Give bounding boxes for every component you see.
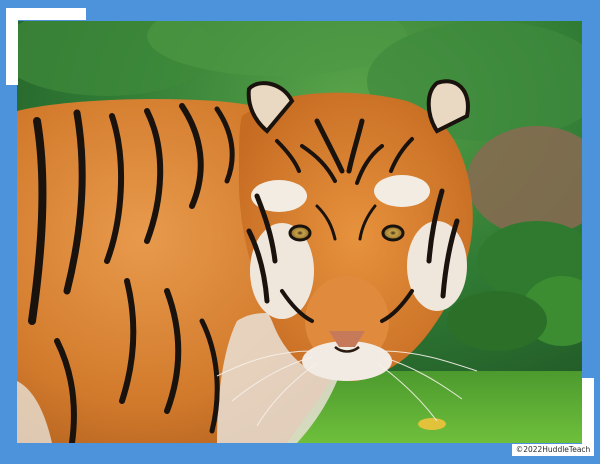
tiger-photo: [17, 21, 582, 443]
copyright-watermark: ©2022HuddleTeach: [515, 445, 591, 454]
corner-accent-top-left: [6, 8, 86, 20]
corner-accent-top-left-vertical: [6, 8, 18, 85]
